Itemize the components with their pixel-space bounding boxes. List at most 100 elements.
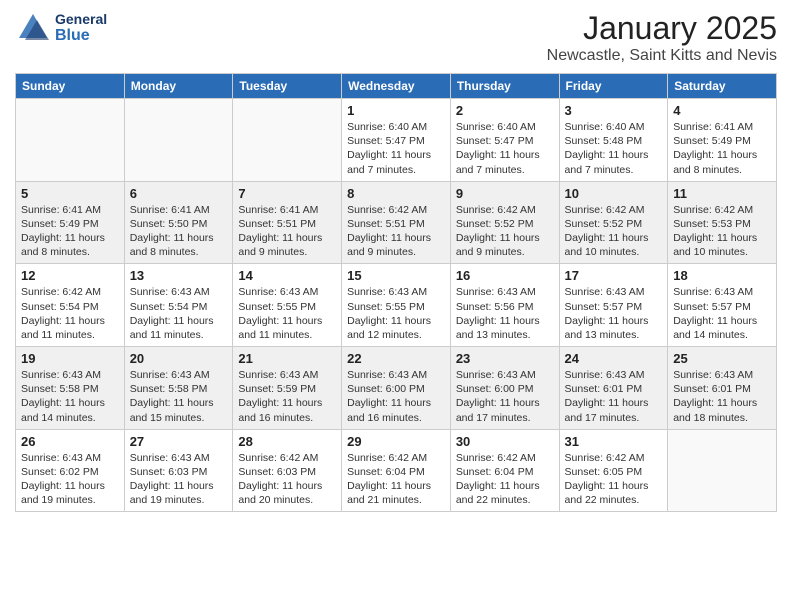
day-number: 14 — [238, 268, 336, 283]
calendar-cell: 15Sunrise: 6:43 AM Sunset: 5:55 PM Dayli… — [342, 264, 451, 347]
day-info: Sunrise: 6:42 AM Sunset: 6:04 PM Dayligh… — [347, 451, 445, 508]
day-info: Sunrise: 6:40 AM Sunset: 5:47 PM Dayligh… — [456, 120, 554, 177]
day-number: 6 — [130, 186, 228, 201]
calendar-cell: 5 Sunrise: 6:41 AM Sunset: 5:49 PM Daylig… — [16, 181, 125, 264]
day-info: Sunrise: 6:43 AM Sunset: 5:57 PM Dayligh… — [565, 285, 663, 342]
logo-blue: Blue — [55, 27, 107, 45]
day-number: 25 — [673, 351, 771, 366]
calendar-week-row: 1 Sunrise: 6:40 AM Sunset: 5:47 PM Daylig… — [16, 99, 777, 182]
calendar-cell: 19 Sunrise: 6:43 AM Sunset: 5:58 PM Dayli… — [16, 347, 125, 430]
day-number: 8 — [347, 186, 445, 201]
calendar-cell: 25 Sunrise: 6:43 AM Sunset: 6:01 PM Dayli… — [668, 347, 777, 430]
calendar-week-row: 5 Sunrise: 6:41 AM Sunset: 5:49 PM Daylig… — [16, 181, 777, 264]
calendar-cell: 27 Sunrise: 6:43 AM Sunset: 6:03 PM Dayli… — [124, 429, 233, 512]
day-number: 28 — [238, 434, 336, 449]
day-number: 10 — [565, 186, 663, 201]
day-info: Sunrise: 6:43 AM Sunset: 6:02 PM Dayligh… — [21, 451, 119, 508]
logo: General Blue — [15, 10, 107, 46]
day-info: Sunrise: 6:42 AM Sunset: 5:52 PM Dayligh… — [456, 203, 554, 260]
weekday-header-friday: Friday — [559, 74, 668, 99]
calendar-cell: 22Sunrise: 6:43 AM Sunset: 6:00 PM Dayli… — [342, 347, 451, 430]
day-number: 21 — [238, 351, 336, 366]
calendar-cell: 18 Sunrise: 6:43 AM Sunset: 5:57 PM Dayli… — [668, 264, 777, 347]
calendar-cell — [124, 99, 233, 182]
logo-text: General Blue — [55, 12, 107, 45]
day-info: Sunrise: 6:43 AM Sunset: 5:58 PM Dayligh… — [21, 368, 119, 425]
day-number: 2 — [456, 103, 554, 118]
day-number: 27 — [130, 434, 228, 449]
calendar-cell: 31 Sunrise: 6:42 AM Sunset: 6:05 PM Dayli… — [559, 429, 668, 512]
day-number: 5 — [21, 186, 119, 201]
day-number: 29 — [347, 434, 445, 449]
weekday-header-monday: Monday — [124, 74, 233, 99]
day-number: 24 — [565, 351, 663, 366]
title-block: January 2025 Newcastle, Saint Kitts and … — [547, 10, 777, 65]
location-title: Newcastle, Saint Kitts and Nevis — [547, 47, 777, 65]
calendar-cell: 3 Sunrise: 6:40 AM Sunset: 5:48 PM Daylig… — [559, 99, 668, 182]
day-info: Sunrise: 6:42 AM Sunset: 6:03 PM Dayligh… — [238, 451, 336, 508]
day-info: Sunrise: 6:43 AM Sunset: 5:59 PM Dayligh… — [238, 368, 336, 425]
day-number: 1 — [347, 103, 445, 118]
day-number: 11 — [673, 186, 771, 201]
calendar-cell: 7 Sunrise: 6:41 AM Sunset: 5:51 PM Daylig… — [233, 181, 342, 264]
calendar-cell — [16, 99, 125, 182]
day-info: Sunrise: 6:41 AM Sunset: 5:49 PM Dayligh… — [673, 120, 771, 177]
day-number: 20 — [130, 351, 228, 366]
day-info: Sunrise: 6:43 AM Sunset: 5:54 PM Dayligh… — [130, 285, 228, 342]
day-number: 12 — [21, 268, 119, 283]
calendar-cell: 21 Sunrise: 6:43 AM Sunset: 5:59 PM Dayli… — [233, 347, 342, 430]
calendar-cell: 23 Sunrise: 6:43 AM Sunset: 6:00 PM Dayli… — [450, 347, 559, 430]
calendar-cell: 12 Sunrise: 6:42 AM Sunset: 5:54 PM Dayli… — [16, 264, 125, 347]
calendar-cell: 28 Sunrise: 6:42 AM Sunset: 6:03 PM Dayli… — [233, 429, 342, 512]
calendar-cell: 9 Sunrise: 6:42 AM Sunset: 5:52 PM Daylig… — [450, 181, 559, 264]
day-number: 7 — [238, 186, 336, 201]
logo-general: General — [55, 12, 107, 27]
day-info: Sunrise: 6:43 AM Sunset: 6:00 PM Dayligh… — [456, 368, 554, 425]
day-info: Sunrise: 6:42 AM Sunset: 6:05 PM Dayligh… — [565, 451, 663, 508]
calendar-cell: 8 Sunrise: 6:42 AM Sunset: 5:51 PM Daylig… — [342, 181, 451, 264]
day-info: Sunrise: 6:42 AM Sunset: 6:04 PM Dayligh… — [456, 451, 554, 508]
weekday-header-saturday: Saturday — [668, 74, 777, 99]
calendar-cell: 29 Sunrise: 6:42 AM Sunset: 6:04 PM Dayli… — [342, 429, 451, 512]
weekday-header-thursday: Thursday — [450, 74, 559, 99]
day-number: 18 — [673, 268, 771, 283]
day-number: 23 — [456, 351, 554, 366]
weekday-header-wednesday: Wednesday — [342, 74, 451, 99]
day-number: 3 — [565, 103, 663, 118]
calendar-cell: 13 Sunrise: 6:43 AM Sunset: 5:54 PM Dayli… — [124, 264, 233, 347]
calendar-week-row: 12 Sunrise: 6:42 AM Sunset: 5:54 PM Dayli… — [16, 264, 777, 347]
calendar-table: SundayMondayTuesdayWednesdayThursdayFrid… — [15, 73, 777, 512]
day-info: Sunrise: 6:43 AM Sunset: 6:01 PM Dayligh… — [673, 368, 771, 425]
day-info: Sunrise: 6:42 AM Sunset: 5:51 PM Dayligh… — [347, 203, 445, 260]
day-number: 19 — [21, 351, 119, 366]
calendar-cell: 1 Sunrise: 6:40 AM Sunset: 5:47 PM Daylig… — [342, 99, 451, 182]
day-number: 13 — [130, 268, 228, 283]
weekday-header-row: SundayMondayTuesdayWednesdayThursdayFrid… — [16, 74, 777, 99]
day-number: 31 — [565, 434, 663, 449]
day-info: Sunrise: 6:41 AM Sunset: 5:49 PM Dayligh… — [21, 203, 119, 260]
calendar-week-row: 19 Sunrise: 6:43 AM Sunset: 5:58 PM Dayli… — [16, 347, 777, 430]
calendar-cell: 17 Sunrise: 6:43 AM Sunset: 5:57 PM Dayli… — [559, 264, 668, 347]
day-info: Sunrise: 6:43 AM Sunset: 5:58 PM Dayligh… — [130, 368, 228, 425]
day-info: Sunrise: 6:40 AM Sunset: 5:47 PM Dayligh… — [347, 120, 445, 177]
day-info: Sunrise: 6:42 AM Sunset: 5:52 PM Dayligh… — [565, 203, 663, 260]
day-number: 9 — [456, 186, 554, 201]
calendar-cell: 6Sunrise: 6:41 AM Sunset: 5:50 PM Daylig… — [124, 181, 233, 264]
day-info: Sunrise: 6:40 AM Sunset: 5:48 PM Dayligh… — [565, 120, 663, 177]
day-info: Sunrise: 6:41 AM Sunset: 5:51 PM Dayligh… — [238, 203, 336, 260]
day-info: Sunrise: 6:42 AM Sunset: 5:54 PM Dayligh… — [21, 285, 119, 342]
page-header: General Blue January 2025 Newcastle, Sai… — [15, 10, 777, 65]
day-number: 15 — [347, 268, 445, 283]
calendar-cell — [233, 99, 342, 182]
month-title: January 2025 — [547, 10, 777, 47]
calendar-cell: 26 Sunrise: 6:43 AM Sunset: 6:02 PM Dayli… — [16, 429, 125, 512]
day-info: Sunrise: 6:43 AM Sunset: 6:01 PM Dayligh… — [565, 368, 663, 425]
day-number: 30 — [456, 434, 554, 449]
weekday-header-tuesday: Tuesday — [233, 74, 342, 99]
day-number: 17 — [565, 268, 663, 283]
day-info: Sunrise: 6:43 AM Sunset: 6:03 PM Dayligh… — [130, 451, 228, 508]
day-info: Sunrise: 6:43 AM Sunset: 5:57 PM Dayligh… — [673, 285, 771, 342]
weekday-header-sunday: Sunday — [16, 74, 125, 99]
day-number: 26 — [21, 434, 119, 449]
day-number: 22 — [347, 351, 445, 366]
